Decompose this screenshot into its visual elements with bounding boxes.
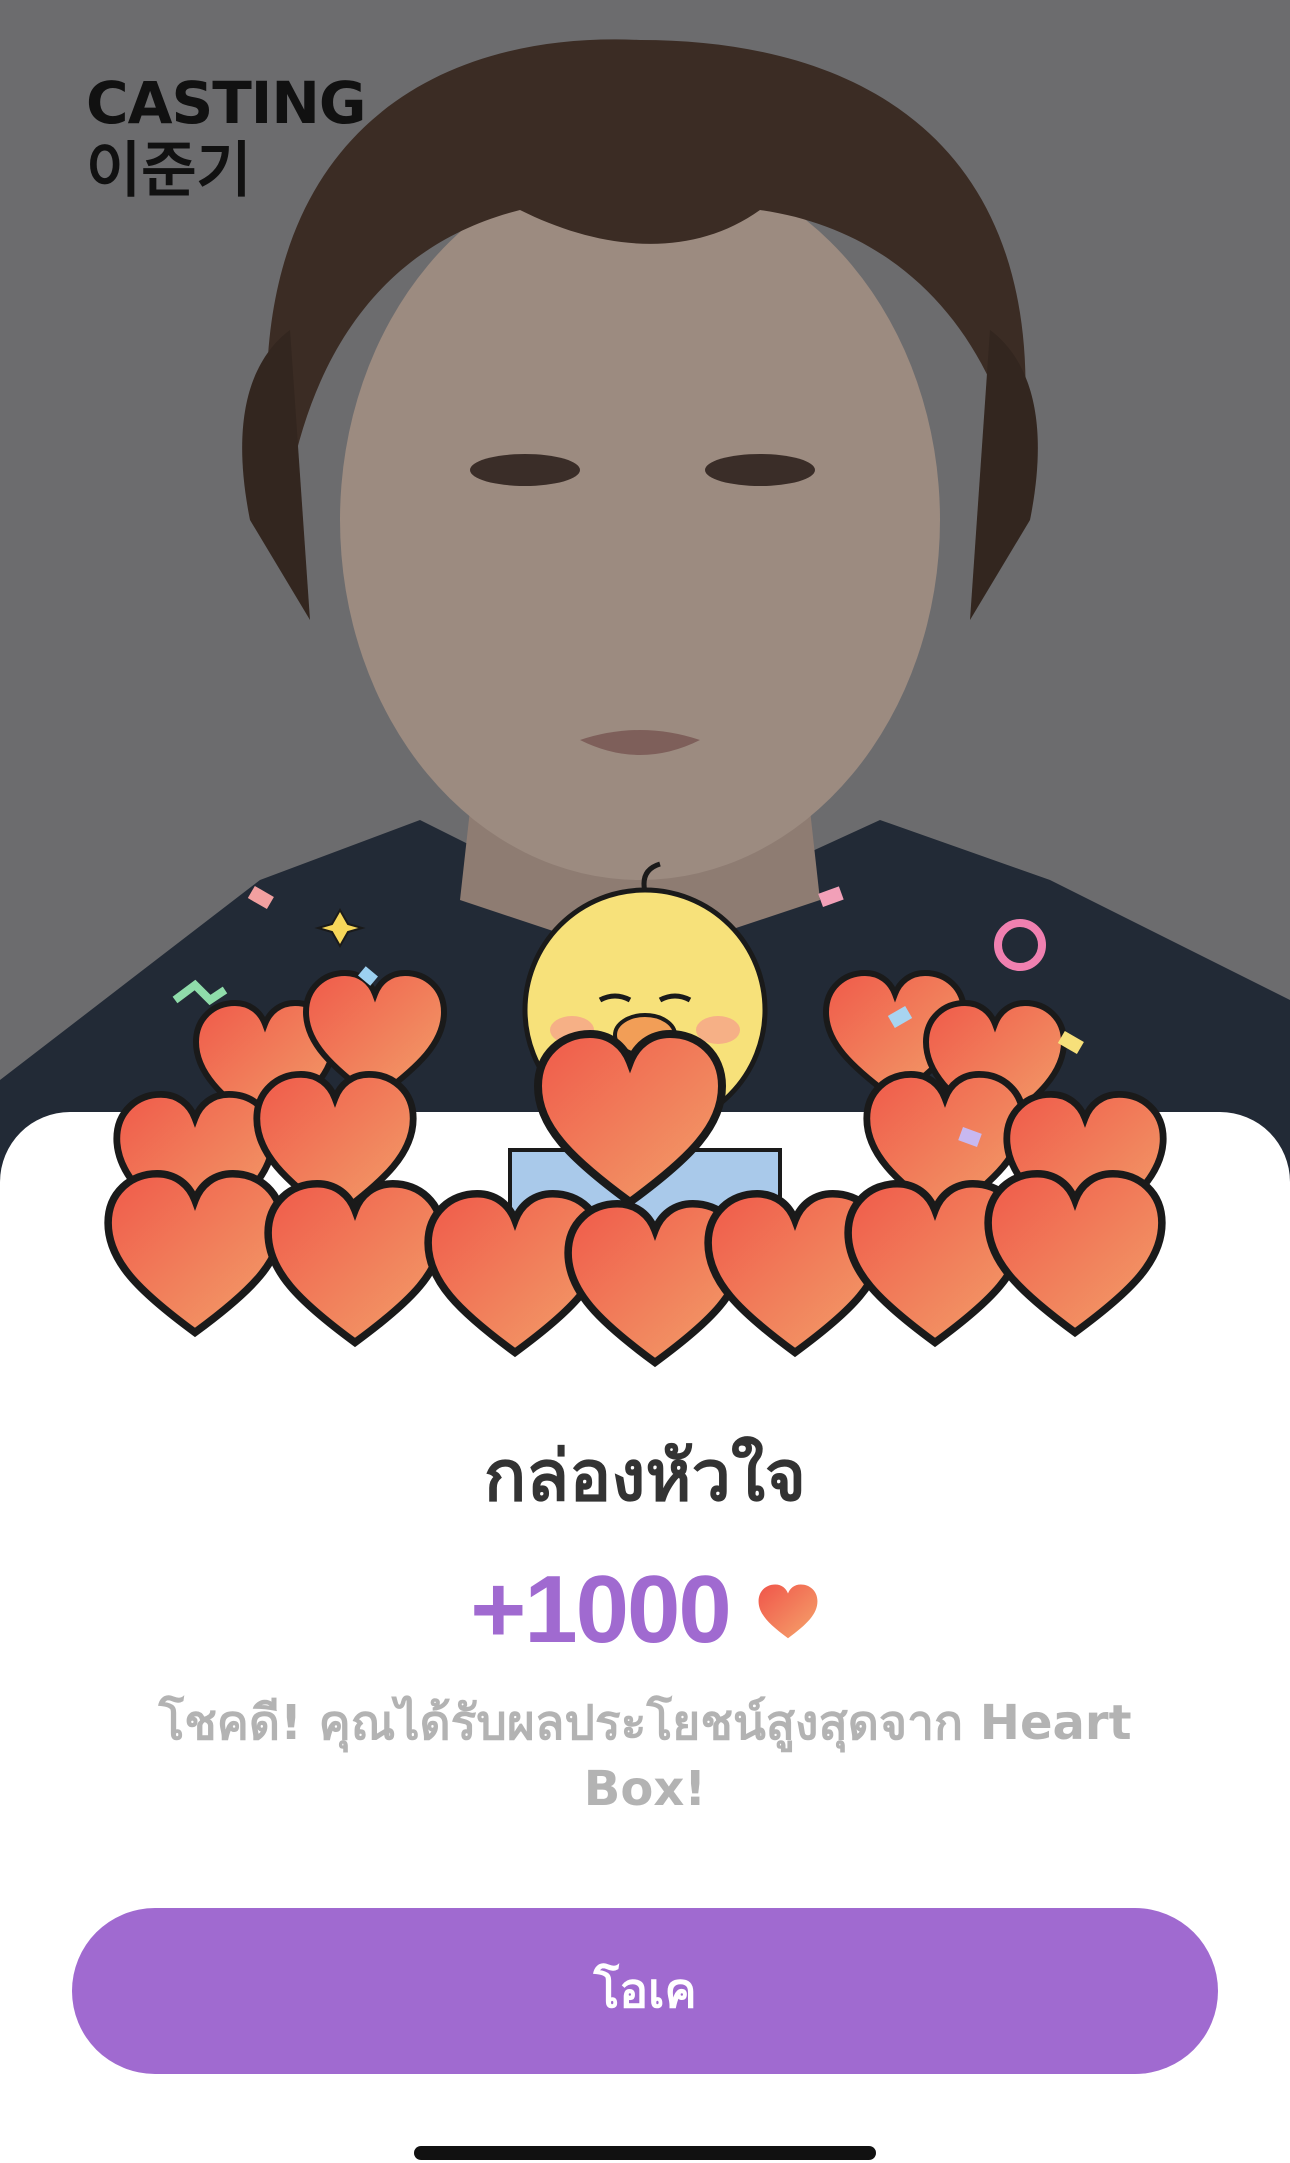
ok-button[interactable]: โอเค (72, 1908, 1218, 2074)
casting-logo: CASTING 이준기 (86, 69, 367, 208)
dialog-title: กล่องหัวใจ (483, 1435, 807, 1517)
reward-description: โชคดี! คุณได้รับผลประโยชน์สูงสุดจาก Hear… (158, 1695, 1132, 1817)
ok-button-label: โอเค (593, 1963, 697, 2019)
reward-row: +1000 (0, 1555, 1290, 1665)
reward-amount: +1000 (470, 1556, 732, 1663)
brand-subtitle: 이준기 (86, 136, 252, 206)
heart-icon (758, 1584, 818, 1639)
heart-box-illustration (100, 861, 1190, 1370)
home-indicator[interactable] (414, 2146, 876, 2160)
brand-title: CASTING (86, 69, 367, 137)
